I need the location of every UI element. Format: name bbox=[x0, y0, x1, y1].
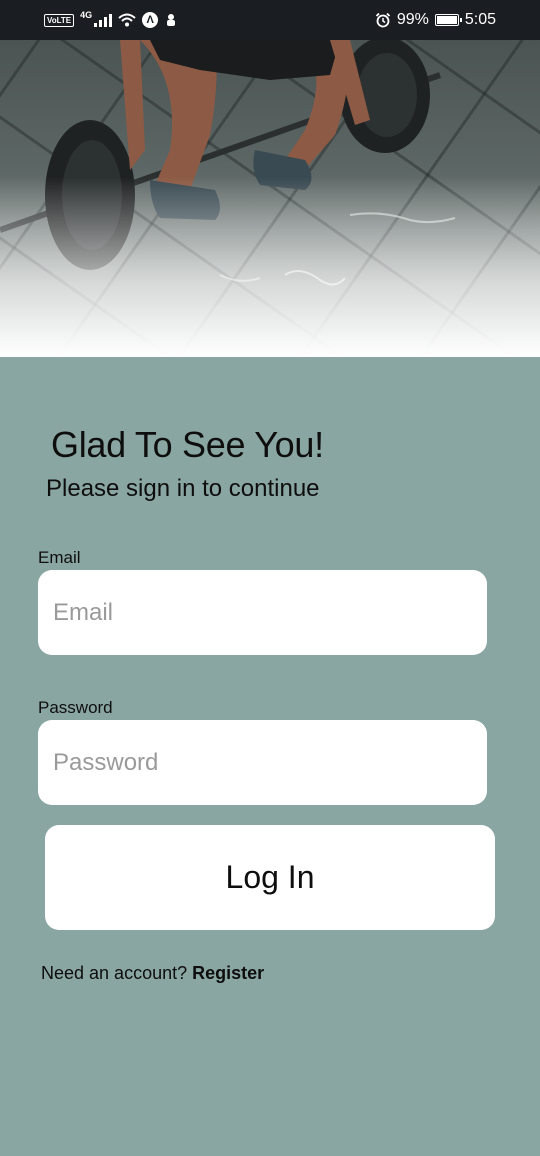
battery-icon bbox=[434, 14, 462, 26]
register-prompt: Need an account? bbox=[41, 963, 193, 983]
status-bar: VoLTE 4G Λ 99% 5:05 bbox=[0, 0, 540, 40]
page-subtitle: Please sign in to continue bbox=[46, 475, 320, 502]
battery-fill bbox=[436, 16, 457, 24]
page-title: Glad To See You! bbox=[51, 424, 324, 465]
wifi-icon bbox=[118, 13, 136, 27]
register-link[interactable]: Register bbox=[192, 963, 264, 983]
signal-icon bbox=[94, 13, 113, 27]
app-notification-icon: Λ bbox=[142, 12, 159, 28]
register-line: Need an account? Register bbox=[41, 963, 264, 984]
hero-image bbox=[0, 40, 540, 357]
hero-fade-overlay bbox=[0, 177, 540, 357]
email-field[interactable] bbox=[38, 570, 487, 655]
network-type: 4G bbox=[80, 10, 93, 20]
login-button[interactable]: Log In bbox=[45, 825, 495, 930]
password-label: Password bbox=[38, 698, 113, 717]
battery-percent: 99% bbox=[396, 11, 429, 28]
clock: 5:05 bbox=[464, 11, 496, 28]
password-field[interactable] bbox=[38, 720, 487, 805]
volte-icon: VoLTE bbox=[44, 13, 75, 27]
alarm-icon bbox=[375, 12, 390, 28]
email-label: Email bbox=[38, 548, 81, 567]
status-bar-right: 99% 5:05 bbox=[375, 11, 496, 29]
usb-debug-icon bbox=[167, 14, 176, 26]
status-bar-left: VoLTE 4G Λ bbox=[44, 10, 178, 28]
